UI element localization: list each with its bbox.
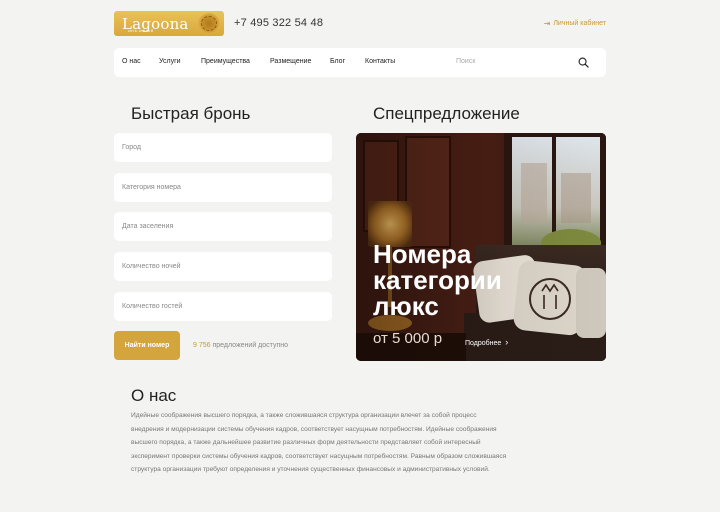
nav-item-accommodation[interactable]: Размещение [270, 58, 311, 65]
more-label: Подробнее [465, 340, 502, 347]
city-field[interactable]: Город [114, 133, 332, 162]
special-offer-title: Спецпредложение [373, 104, 520, 123]
about-title: О нас [131, 386, 177, 405]
main-nav: О нас Услуги Преимущества Размещение Бло… [114, 48, 606, 77]
promo-price: от 5 000 р [373, 330, 443, 347]
personal-account-link[interactable]: ⇥ Личный кабинет [544, 19, 606, 28]
promo-card[interactable]: Номера категории люкс от 5 000 р Подробн… [356, 133, 606, 361]
search-input[interactable]: Поиск [456, 58, 475, 65]
offers-available: 9 756 предложений доступно [193, 342, 288, 349]
about-text: Идейные соображения высшего порядка, а т… [131, 412, 507, 474]
chevron-right-icon: › [505, 337, 509, 347]
booking-title: Быстрая бронь [131, 104, 251, 123]
search-icon[interactable] [578, 57, 589, 68]
logo-subtitle: сеть отелей [128, 28, 154, 33]
nights-count-field[interactable]: Количество ночей [114, 252, 332, 281]
nav-item-services[interactable]: Услуги [159, 58, 181, 65]
nav-item-about[interactable]: О нас [122, 58, 141, 65]
offers-text: предложений доступно [212, 342, 288, 349]
checkin-date-field[interactable]: Дата заселения [114, 212, 332, 241]
guests-count-field[interactable]: Количество гостей [114, 292, 332, 321]
logo[interactable]: Lagoona сеть отелей [114, 11, 224, 36]
offers-count: 9 756 [193, 342, 211, 349]
phone-number[interactable]: +7 495 322 54 48 [234, 17, 323, 29]
nav-item-advantages[interactable]: Преимущества [201, 58, 250, 65]
sun-emblem-icon [198, 13, 220, 34]
promo-card-title: Номера категории люкс [373, 239, 502, 321]
find-room-button[interactable]: Найти номер [114, 331, 180, 360]
nav-item-blog[interactable]: Блог [330, 58, 345, 65]
nav-item-contacts[interactable]: Контакты [365, 58, 395, 65]
more-link[interactable]: Подробнее › [465, 337, 508, 347]
login-arrow-icon: ⇥ [543, 19, 551, 28]
room-category-field[interactable]: Категория номера [114, 173, 332, 202]
personal-account-label: Личный кабинет [553, 20, 606, 27]
